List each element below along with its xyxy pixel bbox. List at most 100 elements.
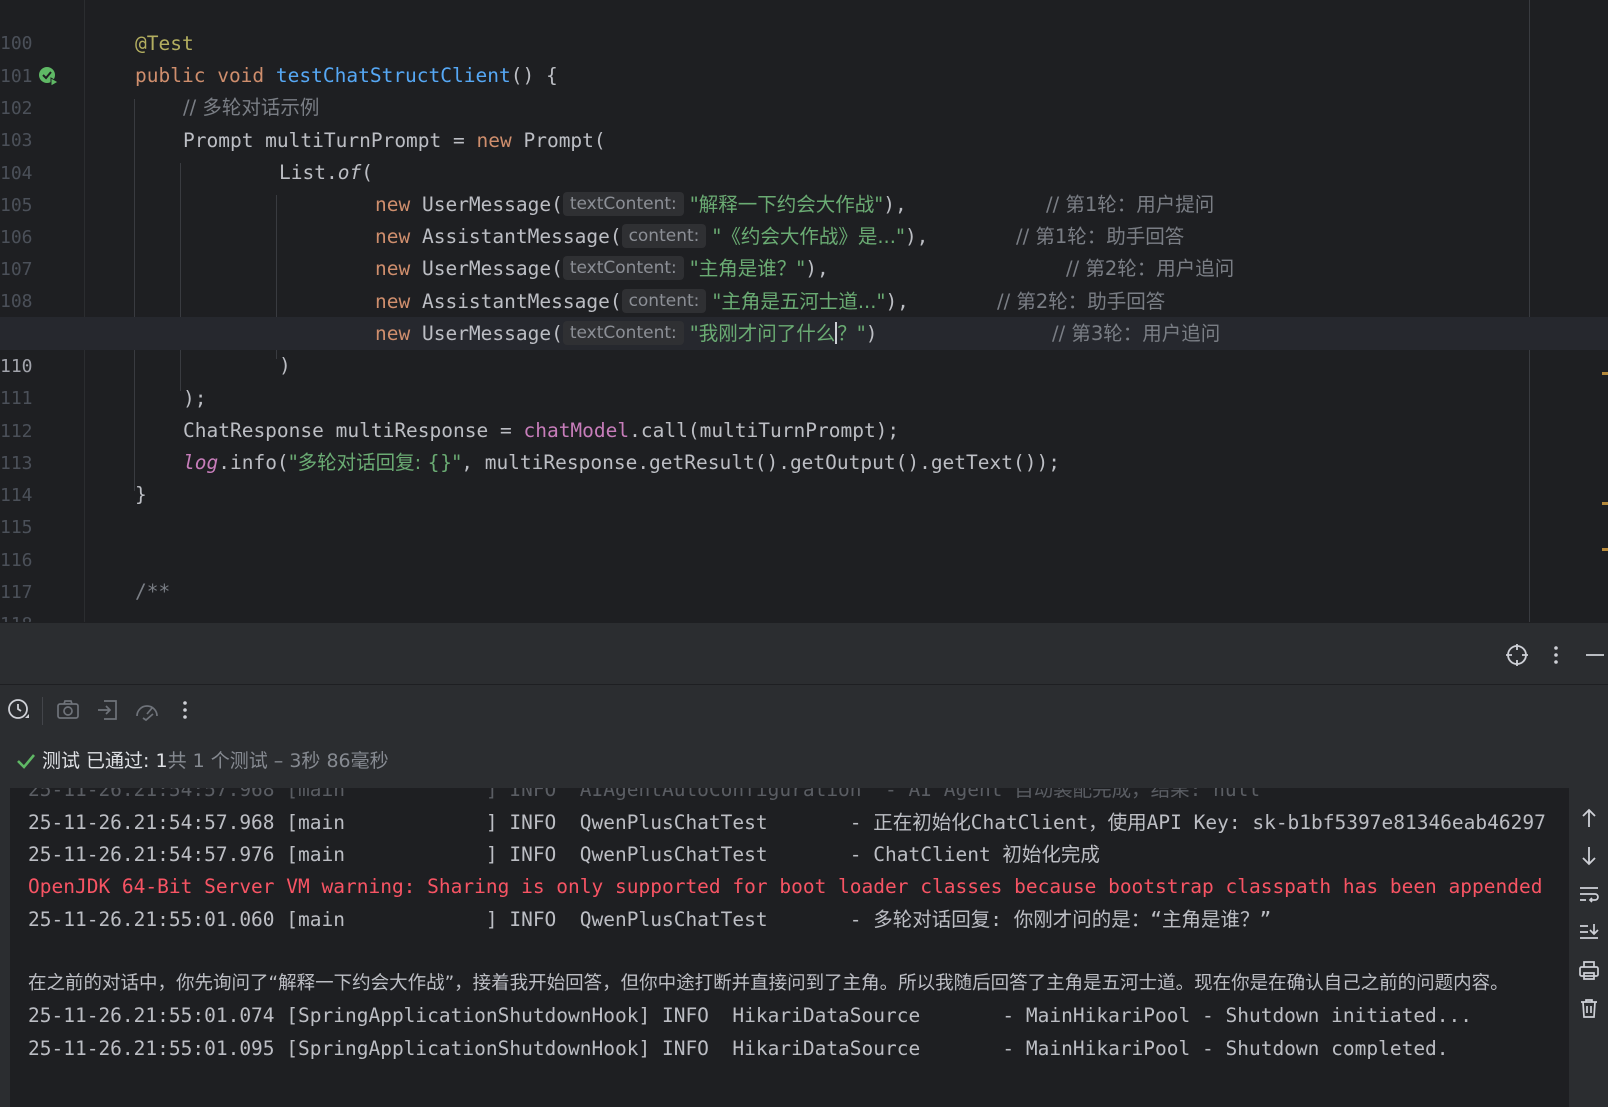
code-text: AssistantMessage( — [410, 225, 622, 248]
code-line[interactable]: 106 new UserMessage(textContent: "解释一下约会大… — [0, 188, 1608, 248]
code-comment: // 第2轮：用户追问 — [1066, 257, 1235, 280]
line-number: 118 — [0, 608, 33, 622]
code-text: , multiResponse.getResult().getOutput().… — [461, 451, 1060, 474]
parameter-hint: textContent: — [562, 192, 684, 216]
import-icon[interactable] — [95, 697, 121, 723]
more-vertical-icon[interactable] — [172, 697, 198, 723]
code-line[interactable]: 114 log.info("多轮对话回复: {}", multiResponse… — [0, 446, 1608, 506]
camera-icon[interactable] — [55, 697, 81, 723]
code-text: UserMessage( — [410, 322, 563, 345]
string-literal: "主角是谁？" — [689, 257, 806, 280]
code-line[interactable]: 109 new AssistantMessage(content:"主角是五河士… — [0, 285, 1608, 345]
speedometer-icon[interactable] — [134, 697, 160, 723]
code-text: ) — [865, 322, 878, 345]
console-line: 25-11-26.21:55:01.074 [SpringApplication… — [28, 1004, 1473, 1027]
code-line[interactable]: 113 ChatResponse multiResponse = chatMod… — [0, 414, 1608, 474]
code-text: Prompt( — [511, 129, 606, 152]
keyword: void — [217, 64, 265, 87]
more-vertical-icon[interactable] — [1543, 642, 1569, 668]
code-text: ) — [279, 354, 291, 377]
error-stripe-mark[interactable] — [1602, 372, 1608, 375]
test-status-meta: 共 1 个测试 – 3秒 86毫秒 — [167, 750, 389, 772]
error-stripe-mark[interactable] — [1602, 502, 1608, 505]
code-line[interactable]: 101 @Test — [0, 27, 1608, 87]
method-name: testChatStructClient — [275, 64, 511, 87]
console-line: 25-11-26.21:55:01.095 [SpringApplication… — [28, 1037, 1449, 1060]
code-text: ), — [885, 290, 909, 313]
code-text: ), — [883, 193, 907, 216]
run-tool-window-header — [0, 622, 1608, 684]
error-stripe-mark[interactable] — [1602, 548, 1608, 551]
keyword: new — [375, 257, 411, 280]
code-text: ); — [183, 387, 207, 410]
code-text: Prompt multiTurnPrompt = — [183, 129, 477, 152]
code-comment: // 第2轮：助手回答 — [997, 290, 1166, 313]
keyword: new — [375, 290, 411, 313]
keyword: new — [375, 322, 411, 345]
code-line[interactable]: 104 Prompt multiTurnPrompt = new Prompt( — [0, 124, 1608, 184]
code-comment: // 多轮对话示例 — [183, 96, 320, 119]
scroll-up-icon[interactable] — [1576, 805, 1602, 831]
test-status-text: 测试 已通过: 1共 1 个测试 – 3秒 86毫秒 — [42, 736, 389, 786]
code-comment: // 第1轮：用户提问 — [1046, 193, 1215, 216]
code-line[interactable]: 103 // 多轮对话示例 — [0, 91, 1608, 151]
parameter-hint: textContent: — [562, 256, 684, 280]
code-line[interactable]: 100 — [0, 0, 1608, 54]
keyword: new — [476, 129, 512, 152]
keyword: new — [375, 225, 411, 248]
code-text: ( — [361, 161, 373, 184]
code-line[interactable]: 102 public void testChatStructClient() { — [0, 59, 1608, 119]
string-literal: "主角是五河士道..." — [712, 290, 886, 313]
test-pass-count: 1 — [155, 750, 168, 772]
code-editor[interactable]: 100 101 @Test 102 public void testChatSt… — [0, 0, 1608, 622]
toolbar-separator — [42, 697, 43, 725]
code-comment: // 第1轮：助手回答 — [1016, 225, 1185, 248]
code-line[interactable]: 108 new UserMessage(textContent: "主角是谁？")… — [0, 252, 1608, 312]
console-side-toolbar — [1569, 788, 1608, 1107]
code-line[interactable]: 115 } — [0, 478, 1608, 538]
soft-wrap-icon[interactable] — [1576, 881, 1602, 907]
run-toolbar — [0, 684, 1608, 736]
code-line[interactable]: 117 — [0, 543, 1608, 603]
test-status-label: 测试 已通过: — [42, 750, 156, 772]
console-warning-line: OpenJDK 64-Bit Server VM warning: Sharin… — [28, 875, 1543, 898]
code-line[interactable]: 118 /** — [0, 575, 1608, 622]
clear-all-icon[interactable] — [1576, 995, 1602, 1021]
code-text: ), — [904, 225, 929, 248]
code-line[interactable]: 116 — [0, 511, 1608, 571]
print-icon[interactable] — [1576, 957, 1602, 983]
console-left-strip — [0, 788, 10, 1107]
parameter-hint: content: — [621, 224, 707, 248]
code-comment: // 第3轮：用户追问 — [1052, 322, 1221, 345]
code-line[interactable]: 107 new AssistantMessage(content: "《约会大作战… — [0, 220, 1608, 280]
code-text: of — [337, 161, 362, 184]
scroll-down-icon[interactable] — [1576, 843, 1602, 869]
parameter-hint: textContent: — [562, 321, 684, 345]
field-reference: chatModel — [523, 419, 630, 442]
parameter-hint: content: — [621, 289, 707, 313]
code-text: ), — [805, 257, 829, 280]
console-output[interactable]: 25-11-26.21:54:57.968 [main ] INFO AIAge… — [10, 788, 1569, 1107]
string-literal: "我刚才问了什么 — [689, 322, 836, 345]
code-text: ChatResponse multiResponse = — [183, 419, 524, 442]
history-icon[interactable] — [6, 697, 32, 723]
code-text: } — [135, 483, 147, 506]
code-text: .call(multiTurnPrompt); — [629, 419, 900, 442]
code-line-current[interactable]: 110 new UserMessage(textContent: "我刚才问了什么… — [0, 317, 1608, 377]
test-passed-check-icon — [17, 754, 35, 769]
field-reference: log — [183, 451, 219, 474]
string-literal: "《约会大作战》是..." — [712, 225, 905, 248]
code-text: () { — [510, 64, 558, 87]
string-literal: "解释一下约会大作战" — [689, 193, 884, 216]
crosshair-icon[interactable] — [1504, 642, 1530, 668]
minimize-icon[interactable] — [1582, 642, 1608, 668]
code-line[interactable]: 105 List.of( — [0, 156, 1608, 216]
test-status-bar: 测试 已通过: 1共 1 个测试 – 3秒 86毫秒 — [0, 736, 1608, 788]
keyword: public — [135, 64, 206, 87]
scroll-to-end-icon[interactable] — [1576, 919, 1602, 945]
code-line[interactable]: 111 ) — [0, 349, 1608, 409]
code-line[interactable]: 112 ); — [0, 382, 1608, 442]
string-literal: ？" — [837, 322, 866, 345]
code-text: .info( — [218, 451, 289, 474]
code-text: AssistantMessage( — [410, 290, 622, 313]
